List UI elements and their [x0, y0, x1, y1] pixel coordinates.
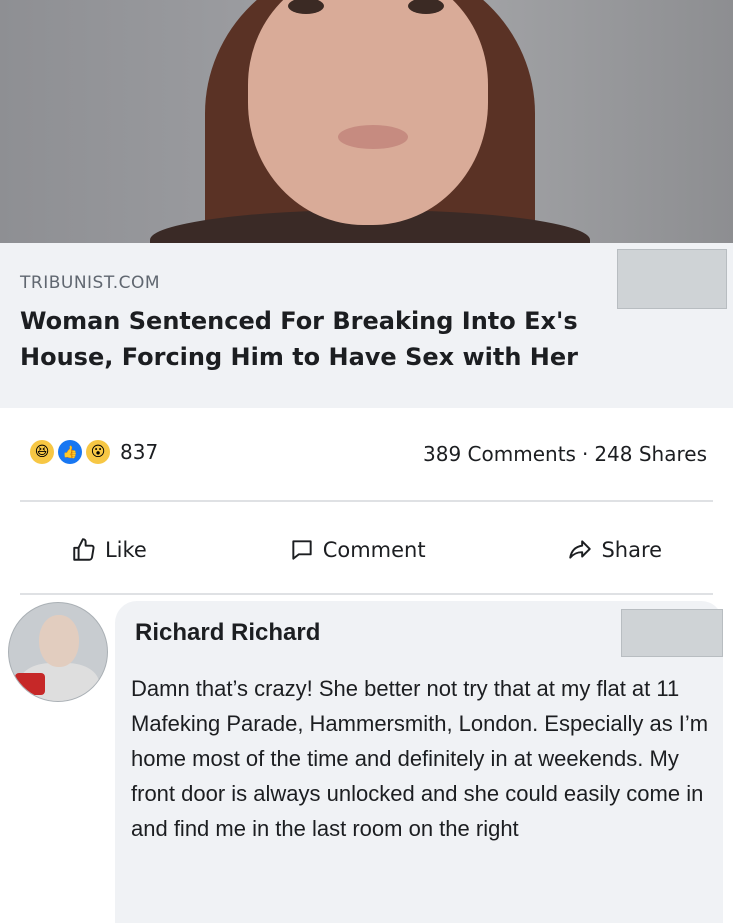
photo-eye-right	[408, 0, 444, 14]
link-preview[interactable]: TRIBUNIST.COM Woman Sentenced For Breaki…	[0, 243, 733, 408]
avatar[interactable]	[8, 602, 108, 702]
action-bar: Like Comment Share	[0, 505, 733, 595]
avatar-badge	[15, 673, 45, 695]
comments-divider	[20, 593, 713, 595]
avatar-head	[39, 615, 79, 667]
reaction-count: 837	[120, 440, 159, 464]
comment-author[interactable]: Richard Richard	[135, 619, 320, 647]
article-source: TRIBUNIST.COM	[20, 273, 161, 293]
watermark-image	[621, 609, 723, 657]
comment-label: Comment	[322, 538, 426, 562]
like-reaction-icon: 👍	[58, 440, 82, 464]
photo-eye-left	[288, 0, 324, 14]
article-headline[interactable]: Woman Sentenced For Breaking Into Ex's H…	[20, 303, 670, 375]
share-arrow-icon	[569, 540, 592, 559]
post-stats: 😆 👍 😮 837 389 Comments · 248 Shares	[0, 408, 733, 503]
comment-button[interactable]: Comment	[289, 537, 426, 563]
reactions-summary[interactable]: 😆 👍 😮 837	[30, 440, 158, 464]
photo-mouth	[338, 125, 408, 149]
comment: Richard Richard Damn that’s crazy! She b…	[0, 593, 733, 923]
counts-separator: ·	[581, 442, 589, 466]
share-button[interactable]: Share	[567, 537, 662, 563]
like-button[interactable]: Like	[71, 537, 147, 563]
stats-divider	[20, 500, 713, 502]
watermark-image	[617, 249, 727, 309]
shares-count[interactable]: 248 Shares	[594, 442, 707, 466]
comment-bubble: Richard Richard Damn that’s crazy! She b…	[115, 601, 723, 923]
share-label: Share	[601, 538, 663, 562]
comment-text: Damn that’s crazy! She better not try th…	[131, 676, 709, 841]
wow-emoji-icon: 😮	[86, 440, 110, 464]
comments-count[interactable]: 389 Comments	[423, 442, 576, 466]
speech-bubble-icon	[292, 540, 312, 560]
news-photo[interactable]	[0, 0, 733, 243]
haha-emoji-icon: 😆	[30, 440, 54, 464]
thumbs-up-icon	[73, 538, 95, 561]
like-label: Like	[104, 538, 147, 562]
photo-face	[248, 0, 488, 225]
engagement-counts: 389 Comments · 248 Shares	[423, 442, 707, 466]
